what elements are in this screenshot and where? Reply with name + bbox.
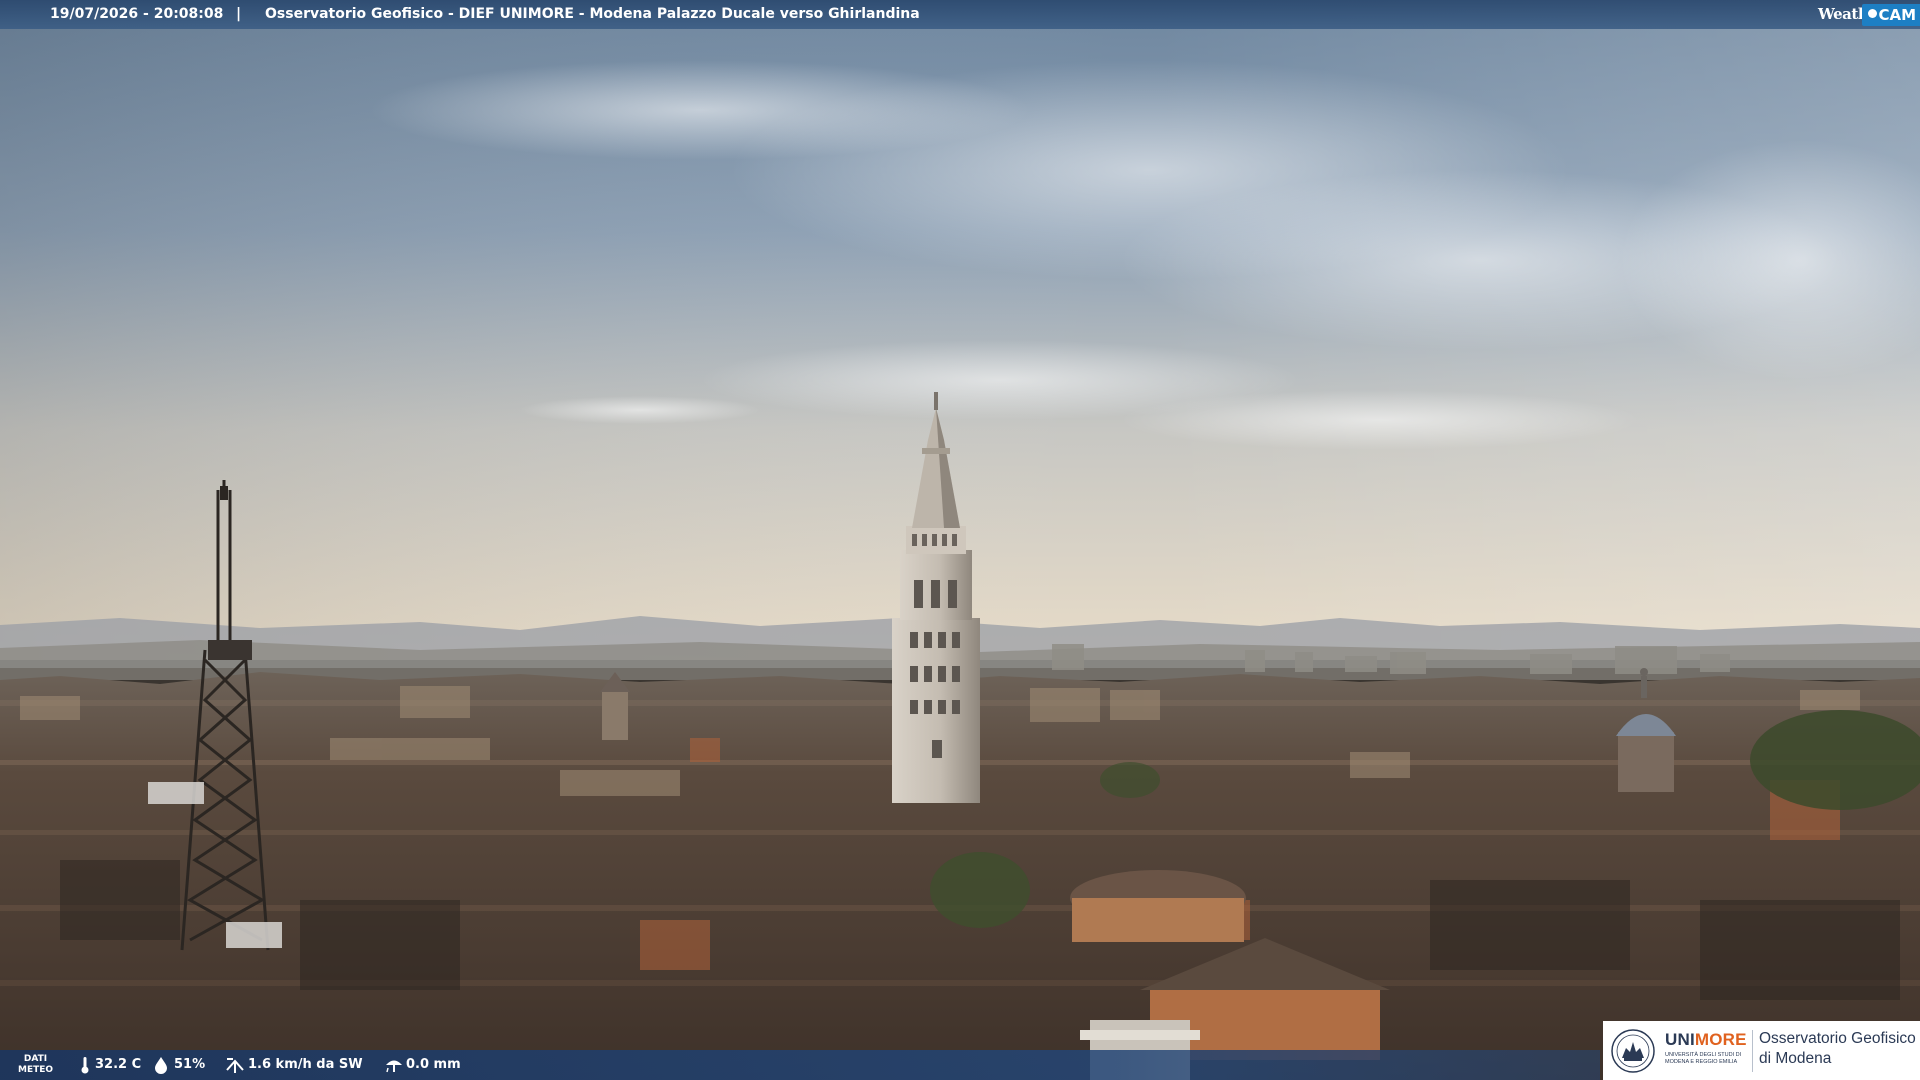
weathercam-logo: Weather CAM: [1818, 0, 1920, 29]
logo-divider: [1752, 1030, 1753, 1072]
weathercam-logo-word2: CAM: [1862, 4, 1920, 26]
weathercam-cam-text: CAM: [1878, 6, 1916, 24]
wind-reading: 1.6 km/h da SW: [225, 1050, 375, 1080]
unimore-wordmark-more: MORE: [1694, 1030, 1747, 1049]
unimore-seal-icon: [1611, 1029, 1655, 1073]
rain-icon: [386, 1060, 402, 1073]
temperature-value: 32.2 C: [95, 1057, 142, 1072]
observatory-name-line2: di Modena: [1759, 1050, 1832, 1067]
thermometer-icon: [81, 1057, 89, 1074]
humidity-reading: 51%: [153, 1050, 213, 1080]
rain-reading: 0.0 mm: [384, 1050, 474, 1080]
webcam-scene: [0, 0, 1920, 1080]
caption-separator: |: [236, 6, 242, 22]
unimore-logo: UNIMORE UNIVERSITÀ DEGLI STUDI DI MODENA…: [1603, 1021, 1920, 1080]
humidity-drop-icon: [155, 1057, 167, 1074]
weathercam-dot-icon: [1868, 9, 1878, 18]
meteo-label-line1: DATI: [23, 1054, 48, 1064]
observatory-name-line1: Osservatorio Geofisico: [1759, 1030, 1916, 1047]
wind-value: 1.6 km/h da SW: [248, 1057, 363, 1072]
meteo-label: DATI METEO: [18, 1054, 53, 1076]
unimore-wordmark: UNIMORE: [1665, 1030, 1747, 1050]
unimore-subtitle: UNIVERSITÀ DEGLI STUDI DI MODENA E REGGI…: [1665, 1052, 1742, 1065]
timestamp: 19/07/2026 - 20:08:08: [50, 6, 224, 22]
meteo-bar: DATI METEO 32.2 C 51% 1.6 km/h da SW 0.0…: [0, 1050, 1600, 1080]
meteo-label-line2: METEO: [18, 1065, 54, 1075]
humidity-value: 51%: [174, 1057, 206, 1072]
camera-title: Osservatorio Geofisico - DIEF UNIMORE - …: [265, 6, 920, 22]
unimore-wordmark-uni: UNI: [1665, 1030, 1695, 1049]
rain-value: 0.0 mm: [406, 1057, 461, 1072]
caption-bar: 19/07/2026 - 20:08:08 | Osservatorio Geo…: [0, 0, 1920, 29]
wind-icon: [226, 1058, 244, 1073]
